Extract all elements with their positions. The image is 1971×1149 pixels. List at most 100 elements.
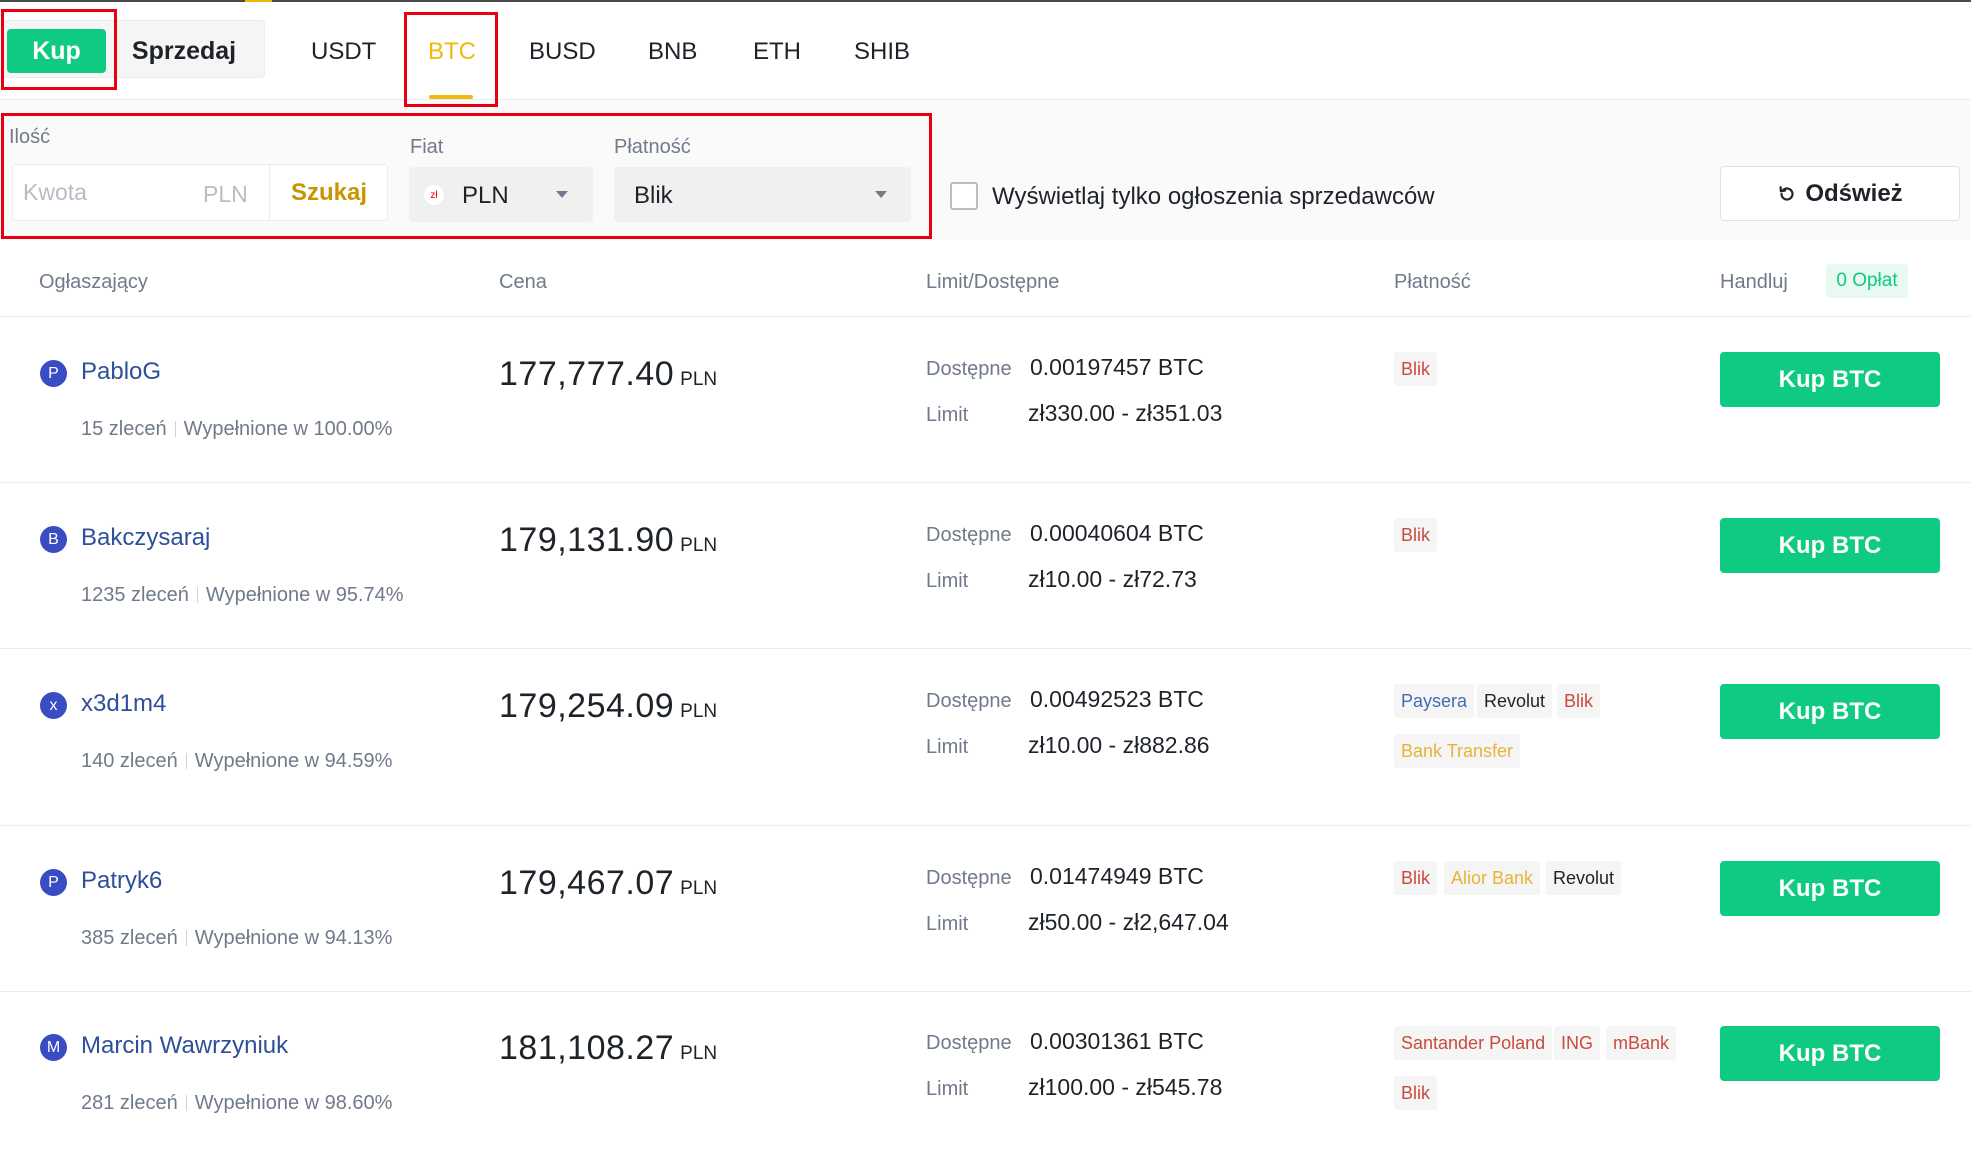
buy-btc-button[interactable]: Kup BTC — [1720, 861, 1940, 916]
offer-row: P Patryk6 385 zleceń Wypełnione w 94.13% … — [0, 826, 1971, 992]
amount-label: Ilość — [9, 126, 51, 148]
refresh-icon — [1779, 185, 1794, 201]
stats-divider — [185, 930, 187, 946]
available-label: Dostępne — [926, 690, 1012, 712]
fiat-label: Fiat — [410, 136, 444, 158]
payment-method-tag: Blik — [1394, 352, 1438, 386]
price-currency: PLN — [680, 878, 718, 899]
price-value: 181,108.27 — [499, 1029, 675, 1067]
buy-btc-button[interactable]: Kup BTC — [1720, 1026, 1940, 1081]
asset-tab-usdt[interactable]: USDT — [311, 30, 376, 74]
offer-row: x x3d1m4 140 zleceń Wypełnione w 94.59% 1… — [0, 649, 1971, 826]
offer-price: 179,467.07 PLN — [499, 864, 717, 903]
offer-price: 177,777.40 PLN — [499, 355, 717, 394]
completion-rate: Wypełnione w 94.59% — [194, 750, 393, 772]
price-currency: PLN — [680, 535, 718, 556]
trade-side-and-asset-bar — [0, 2, 1971, 100]
completion-rate: Wypełnione w 95.74% — [205, 584, 404, 606]
merchant-only-checkbox[interactable] — [950, 182, 978, 210]
payment-method-tag: Bank Transfer — [1394, 734, 1521, 768]
advertiser-stats: 385 zleceń Wypełnione w 94.13% — [81, 927, 392, 950]
offer-row: M Marcin Wawrzyniuk 281 zleceń Wypełnione… — [0, 992, 1971, 1149]
avatar: M — [40, 1034, 67, 1061]
amount-divider — [269, 165, 270, 220]
avatar: P — [40, 360, 67, 387]
offer-row: B Bakczysaraj 1235 zleceń Wypełnione w 95… — [0, 483, 1971, 649]
price-currency: PLN — [680, 1043, 718, 1064]
advertiser-name-link[interactable]: Bakczysaraj — [81, 524, 210, 552]
available-amount: 0.00040604 BTC — [1030, 520, 1204, 546]
completion-rate: Wypełnione w 94.13% — [194, 927, 393, 949]
limit-label: Limit — [926, 570, 969, 592]
payment-method-tag: ING — [1554, 1026, 1601, 1060]
search-button[interactable]: Szukaj — [271, 165, 387, 220]
avatar: B — [40, 526, 67, 553]
limit-range: zł10.00 - zł72.73 — [1028, 566, 1197, 592]
payment-method-tag: Paysera — [1394, 684, 1475, 718]
available-label: Dostępne — [926, 1032, 1012, 1054]
fiat-select-value: PLN — [462, 182, 509, 209]
available-label: Dostępne — [926, 867, 1012, 889]
asset-tab-active-indicator — [429, 95, 473, 99]
zloty-currency-icon: zł — [423, 184, 445, 206]
completion-rate: Wypełnione w 100.00% — [183, 418, 393, 440]
payment-method-tag: Alior Bank — [1444, 861, 1541, 895]
amount-input[interactable] — [23, 165, 203, 220]
sell-tab-button[interactable]: Sprzedaj — [114, 29, 254, 73]
asset-tab-busd[interactable]: BUSD — [529, 30, 596, 74]
avatar: P — [40, 869, 67, 896]
zero-fee-badge: 0 Opłat — [1826, 264, 1908, 298]
stats-divider — [185, 1095, 187, 1111]
refresh-button[interactable]: Odśwież — [1720, 166, 1960, 221]
payment-method-tag: Blik — [1557, 684, 1601, 718]
available-amount: 0.01474949 BTC — [1030, 863, 1204, 889]
offer-price: 179,131.90 PLN — [499, 521, 717, 560]
header-limit-available: Limit/Dostępne — [926, 271, 1060, 293]
order-count: 281 zleceń — [81, 1092, 178, 1114]
payment-method-tag: Blik — [1394, 861, 1438, 895]
asset-tab-bnb[interactable]: BNB — [648, 30, 697, 74]
avatar: x — [40, 692, 67, 719]
stats-divider — [174, 421, 176, 437]
advertiser-name-link[interactable]: Marcin Wawrzyniuk — [81, 1032, 288, 1060]
available-amount: 0.00301361 BTC — [1030, 1028, 1204, 1054]
order-count: 1235 zleceń — [81, 584, 189, 606]
asset-tab-btc[interactable]: BTC — [428, 30, 476, 74]
header-trade: Handluj — [1720, 271, 1788, 293]
header-price: Cena — [499, 271, 547, 293]
advertiser-stats: 281 zleceń Wypełnione w 98.60% — [81, 1092, 392, 1115]
payment-label: Płatność — [614, 136, 691, 158]
payment-method-tag: Santander Poland — [1394, 1026, 1553, 1060]
limit-range: zł100.00 - zł545.78 — [1028, 1074, 1223, 1100]
payment-method-tag: Blik — [1394, 1076, 1438, 1110]
fiat-select[interactable]: zł PLN — [409, 167, 593, 222]
header-advertiser: Ogłaszający — [39, 271, 148, 293]
asset-tab-shib[interactable]: SHIB — [854, 30, 910, 74]
limit-range: zł330.00 - zł351.03 — [1028, 400, 1223, 426]
price-value: 177,777.40 — [499, 355, 675, 393]
advertiser-name-link[interactable]: PabloG — [81, 358, 161, 386]
offer-price: 181,108.27 PLN — [499, 1029, 717, 1068]
buy-btc-button[interactable]: Kup BTC — [1720, 684, 1940, 739]
price-value: 179,254.09 — [499, 687, 675, 725]
advertiser-name-link[interactable]: x3d1m4 — [81, 690, 166, 718]
buy-tab-button[interactable]: Kup — [7, 29, 106, 73]
advertiser-name-link[interactable]: Patryk6 — [81, 867, 162, 895]
buy-btc-button[interactable]: Kup BTC — [1720, 518, 1940, 573]
limit-label: Limit — [926, 404, 969, 426]
limit-range: zł10.00 - zł882.86 — [1028, 732, 1210, 758]
advertiser-stats: 15 zleceń Wypełnione w 100.00% — [81, 418, 392, 441]
offers-table-header: Ogłaszający Cena Limit/Dostępne Płatność… — [0, 253, 1971, 317]
buy-btc-button[interactable]: Kup BTC — [1720, 352, 1940, 407]
payment-select[interactable]: Blik — [614, 167, 911, 222]
order-count: 385 zleceń — [81, 927, 178, 949]
order-count: 140 zleceń — [81, 750, 178, 772]
header-payment: Płatność — [1394, 271, 1471, 293]
limit-label: Limit — [926, 913, 969, 935]
stats-divider — [185, 753, 187, 769]
amount-field: PLN Szukaj — [12, 164, 388, 221]
limit-label: Limit — [926, 736, 969, 758]
merchant-only-label[interactable]: Wyświetlaj tylko ogłoszenia sprzedawców — [992, 183, 1435, 211]
asset-tab-eth[interactable]: ETH — [753, 30, 801, 74]
payment-method-tag: Blik — [1394, 518, 1438, 552]
